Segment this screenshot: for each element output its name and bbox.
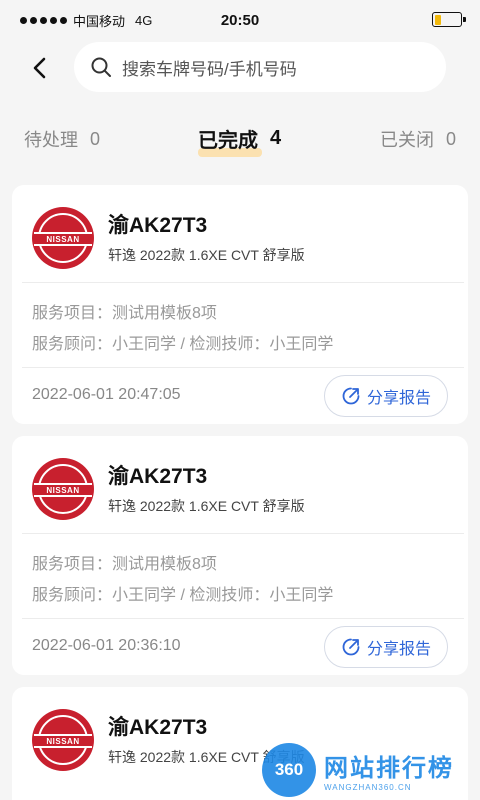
- carrier-name: 中国移动: [73, 13, 126, 29]
- logo-text: NISSAN: [46, 234, 80, 244]
- header: 搜索车牌号码/手机号码: [0, 40, 480, 96]
- report-card[interactable]: NISSAN 渝AK27T3 轩逸 2022款 1.6XE CVT 舒享版 服务…: [12, 436, 468, 675]
- status-tabs: 待处理 0 已完成 4 已关闭 0: [0, 118, 480, 162]
- signal-strength-icon: [20, 16, 67, 24]
- tab-label: 已关闭: [379, 130, 434, 150]
- tab-pending[interactable]: 待处理 0: [24, 126, 100, 152]
- tab-count: 0: [90, 128, 101, 149]
- divider: [22, 533, 464, 534]
- watermark-title: 网站排行榜: [324, 755, 454, 782]
- network-type: 4G: [135, 12, 153, 28]
- battery-icon: [432, 12, 466, 27]
- divider: [22, 618, 464, 619]
- service-items: 服务项目：测试用模板8项: [32, 556, 217, 573]
- service-staff: 服务顾问：小王同学 / 检测技师：小王同学: [32, 587, 334, 604]
- tab-count: 0: [445, 128, 456, 149]
- share-label: 分享报告: [366, 641, 431, 658]
- search-icon: [90, 56, 112, 78]
- nissan-logo-icon: NISSAN: [32, 207, 94, 269]
- service-items: 服务项目：测试用模板8项: [32, 305, 217, 322]
- status-time: 20:50: [220, 11, 260, 29]
- status-bar: 中国移动 4G 20:50: [0, 0, 480, 40]
- divider: [22, 367, 464, 368]
- logo-text: NISSAN: [46, 485, 80, 495]
- report-timestamp: 2022-06-01 20:36:10: [32, 637, 181, 654]
- search-input[interactable]: 搜索车牌号码/手机号码: [74, 42, 446, 92]
- watermark-subtitle: WANGZHAN360.CN: [324, 783, 412, 792]
- share-label: 分享报告: [366, 390, 431, 407]
- chevron-left-icon: [33, 57, 46, 79]
- tab-closed[interactable]: 已关闭 0: [380, 126, 456, 152]
- share-report-button[interactable]: 分享报告: [324, 626, 448, 668]
- plate-number: 渝AK27T3: [108, 214, 208, 237]
- nissan-logo-icon: NISSAN: [32, 458, 94, 520]
- share-icon: [342, 638, 360, 656]
- tab-label: 已完成: [198, 130, 258, 152]
- report-card[interactable]: NISSAN 渝AK27T3 轩逸 2022款 1.6XE CVT 舒享版 服务…: [12, 185, 468, 424]
- vehicle-model: 轩逸 2022款 1.6XE CVT 舒享版: [108, 247, 305, 263]
- vehicle-model: 轩逸 2022款 1.6XE CVT 舒享版: [108, 498, 305, 514]
- tab-label: 待处理: [24, 130, 78, 150]
- logo-text: NISSAN: [46, 736, 80, 746]
- watermark-logo: 360: [262, 743, 316, 797]
- plate-number: 渝AK27T3: [108, 716, 208, 739]
- share-report-button[interactable]: 分享报告: [324, 375, 448, 417]
- tab-count: 4: [270, 127, 282, 149]
- watermark: 360 网站排行榜 WANGZHAN360.CN: [262, 740, 480, 800]
- back-button[interactable]: [22, 50, 58, 86]
- service-staff: 服务顾问：小王同学 / 检测技师：小王同学: [32, 336, 334, 353]
- share-icon: [342, 387, 360, 405]
- nissan-logo-icon: NISSAN: [32, 709, 94, 771]
- search-placeholder: 搜索车牌号码/手机号码: [122, 59, 297, 79]
- divider: [22, 282, 464, 283]
- report-timestamp: 2022-06-01 20:47:05: [32, 386, 181, 403]
- plate-number: 渝AK27T3: [108, 465, 208, 488]
- battery-level: [434, 14, 441, 25]
- tab-completed[interactable]: 已完成 4: [198, 124, 281, 153]
